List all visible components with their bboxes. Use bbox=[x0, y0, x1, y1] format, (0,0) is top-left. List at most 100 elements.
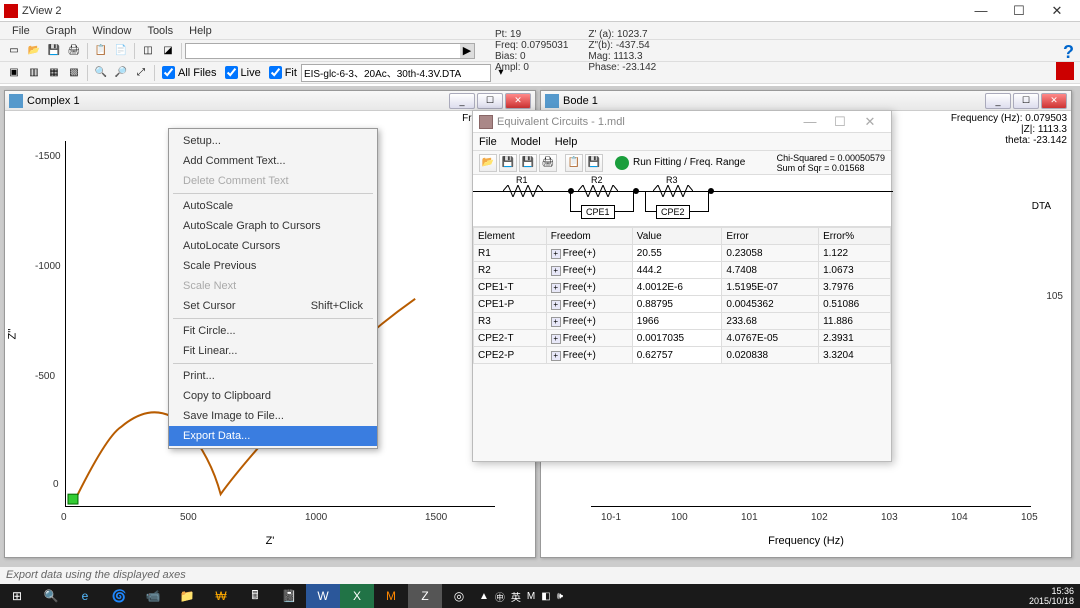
tb-explorer-icon[interactable]: 📁 bbox=[170, 584, 204, 608]
eqc-run-button[interactable]: Run Fitting / Freq. Range bbox=[615, 156, 745, 170]
eqc-max[interactable]: ☐ bbox=[825, 114, 855, 130]
ctx-scale-next: Scale Next bbox=[169, 276, 377, 296]
tb-app2-icon[interactable]: 📹 bbox=[136, 584, 170, 608]
help2-icon[interactable] bbox=[1056, 62, 1074, 80]
mdi-close[interactable]: ✕ bbox=[505, 93, 531, 109]
table-row[interactable]: CPE2-P+Free(+)0.627570.0208383.3204 bbox=[474, 347, 891, 364]
eqc-table: ElementFreedomValueErrorError% R1+Free(+… bbox=[473, 227, 891, 364]
eqc-save-icon[interactable]: 💾 bbox=[499, 154, 517, 172]
tb-save-icon[interactable]: 💾 bbox=[45, 42, 63, 60]
menu-file[interactable]: File bbox=[4, 25, 38, 37]
tb-app5-icon[interactable]: M bbox=[374, 584, 408, 608]
table-row[interactable]: R3+Free(+)1966233.6811.886 bbox=[474, 313, 891, 330]
tb-ie-icon[interactable]: e bbox=[68, 584, 102, 608]
ctx-export-data-[interactable]: Export Data... bbox=[169, 426, 377, 446]
tb-app4-icon[interactable]: 📓 bbox=[272, 584, 306, 608]
ctx-fit-linear-[interactable]: Fit Linear... bbox=[169, 341, 377, 361]
tb-app3-icon[interactable]: ₩ bbox=[204, 584, 238, 608]
eqc-open-icon[interactable]: 📂 bbox=[479, 154, 497, 172]
info-phase: Phase: -23.142 bbox=[588, 62, 656, 73]
eqc-save3-icon[interactable]: 💾 bbox=[585, 154, 603, 172]
ctx-copy-to-clipboard[interactable]: Copy to Clipboard bbox=[169, 386, 377, 406]
tb2-d-icon[interactable]: ▧ bbox=[65, 64, 83, 82]
tb2-zoomin-icon[interactable]: 🔍 bbox=[92, 64, 110, 82]
bode-close[interactable]: ✕ bbox=[1041, 93, 1067, 109]
ctx-scale-previous[interactable]: Scale Previous bbox=[169, 256, 377, 276]
ctx-set-cursor[interactable]: Set CursorShift+Click bbox=[169, 296, 377, 316]
bode-max[interactable]: ☐ bbox=[1013, 93, 1039, 109]
file-combo[interactable] bbox=[301, 64, 491, 82]
tb-paste-icon[interactable]: 📄 bbox=[112, 42, 130, 60]
eqc-toolbar: 📂 💾 💾 🖨 📋 💾 Run Fitting / Freq. Range Ch… bbox=[473, 151, 891, 175]
check-live[interactable]: Live bbox=[225, 66, 261, 79]
eqc-save2-icon[interactable]: 💾 bbox=[519, 154, 537, 172]
check-fit[interactable]: Fit bbox=[269, 66, 297, 79]
table-row[interactable]: R1+Free(+)20.550.230581.122 bbox=[474, 245, 891, 262]
table-row[interactable]: CPE2-T+Free(+)0.00170354.0767E-052.3931 bbox=[474, 330, 891, 347]
ctx-print-[interactable]: Print... bbox=[169, 366, 377, 386]
ctx-save-image-to-file-[interactable]: Save Image to File... bbox=[169, 406, 377, 426]
bode-min[interactable]: _ bbox=[985, 93, 1011, 109]
eqc-close[interactable]: ✕ bbox=[855, 114, 885, 130]
ctx-add-comment-text-[interactable]: Add Comment Text... bbox=[169, 151, 377, 171]
tb-print-icon[interactable]: 🖨 bbox=[65, 42, 83, 60]
menu-help[interactable]: Help bbox=[181, 25, 220, 37]
tb-calc-icon[interactable]: 🖩 bbox=[238, 584, 272, 608]
run-dot-icon bbox=[615, 156, 629, 170]
tb2-b-icon[interactable]: ▥ bbox=[25, 64, 43, 82]
ctx-autoscale[interactable]: AutoScale bbox=[169, 196, 377, 216]
tb2-c-icon[interactable]: ▦ bbox=[45, 64, 63, 82]
window-close[interactable]: ✕ bbox=[1038, 1, 1076, 21]
tb-excel-icon[interactable]: X bbox=[340, 584, 374, 608]
tb2-zoomout-icon[interactable]: 🔎 bbox=[112, 64, 130, 82]
tb-start-icon[interactable]: ⊞ bbox=[0, 584, 34, 608]
check-all-files[interactable]: All Files bbox=[162, 66, 217, 79]
tb-app1-icon[interactable]: 🌀 bbox=[102, 584, 136, 608]
tb-app6-icon[interactable]: ◎ bbox=[442, 584, 476, 608]
table-row[interactable]: CPE1-P+Free(+)0.887950.00453620.51086 bbox=[474, 296, 891, 313]
tb-word-icon[interactable]: W bbox=[306, 584, 340, 608]
info-ampl: Ampl: 0 bbox=[495, 62, 568, 73]
eqc-menu-help[interactable]: Help bbox=[555, 136, 578, 148]
window-maximize[interactable]: ☐ bbox=[1000, 1, 1038, 21]
eqc-menu-model[interactable]: Model bbox=[511, 136, 541, 148]
status-bar: Export data using the displayed axes bbox=[0, 566, 1080, 584]
ctx-setup-[interactable]: Setup... bbox=[169, 131, 377, 151]
slider[interactable]: ▶ bbox=[185, 43, 475, 59]
window-minimize[interactable]: — bbox=[962, 1, 1000, 21]
slider-right-icon[interactable]: ▶ bbox=[460, 44, 474, 58]
circuit-diagram[interactable]: R1 R2 CPE1 R3 CPE2 bbox=[473, 175, 891, 227]
eqc-title: Equivalent Circuits - 1.mdl bbox=[497, 116, 625, 128]
tb-plot1-icon[interactable]: ◫ bbox=[139, 42, 157, 60]
system-tray[interactable]: ▲ ㊥ 英 M ◧ 🕪 bbox=[476, 589, 566, 604]
eqc-min[interactable]: — bbox=[795, 114, 825, 130]
menu-tools[interactable]: Tools bbox=[139, 25, 181, 37]
eqc-dialog: Equivalent Circuits - 1.mdl — ☐ ✕ File M… bbox=[472, 110, 892, 462]
tb-new-icon[interactable]: ▭ bbox=[5, 42, 23, 60]
eqc-copy-icon[interactable]: 📋 bbox=[565, 154, 583, 172]
taskbar-clock[interactable]: 15:36 2015/10/18 bbox=[1023, 586, 1080, 606]
eqc-menu-file[interactable]: File bbox=[479, 136, 497, 148]
ctx-autoscale-graph-to-cursors[interactable]: AutoScale Graph to Cursors bbox=[169, 216, 377, 236]
info-panel: Pt: 19 Freq: 0.0795031 Bias: 0 Ampl: 0 Z… bbox=[495, 29, 656, 73]
bode-xlabel: Frequency (Hz) bbox=[768, 535, 844, 547]
table-row[interactable]: CPE1-T+Free(+)4.0012E-61.5195E-073.7976 bbox=[474, 279, 891, 296]
mdi-min[interactable]: _ bbox=[449, 93, 475, 109]
tb-zview-icon[interactable]: Z bbox=[408, 584, 442, 608]
complex-title: Complex 1 bbox=[27, 95, 447, 107]
tb2-a-icon[interactable]: ▣ bbox=[5, 64, 23, 82]
tb-plot2-icon[interactable]: ◪ bbox=[159, 42, 177, 60]
help-icon[interactable]: ? bbox=[1063, 42, 1074, 63]
info-mag: Mag: 1113.3 bbox=[588, 51, 656, 62]
tb-open-icon[interactable]: 📂 bbox=[25, 42, 43, 60]
menu-graph[interactable]: Graph bbox=[38, 25, 85, 37]
eqc-print-icon[interactable]: 🖨 bbox=[539, 154, 557, 172]
mdi-max[interactable]: ☐ bbox=[477, 93, 503, 109]
tb-copy-icon[interactable]: 📋 bbox=[92, 42, 110, 60]
ctx-autolocate-cursors[interactable]: AutoLocate Cursors bbox=[169, 236, 377, 256]
tb-search-icon[interactable]: 🔍 bbox=[34, 584, 68, 608]
menu-window[interactable]: Window bbox=[84, 25, 139, 37]
table-row[interactable]: R2+Free(+)444.24.74081.0673 bbox=[474, 262, 891, 279]
ctx-fit-circle-[interactable]: Fit Circle... bbox=[169, 321, 377, 341]
tb2-zoomfit-icon[interactable]: ⤢ bbox=[132, 64, 150, 82]
